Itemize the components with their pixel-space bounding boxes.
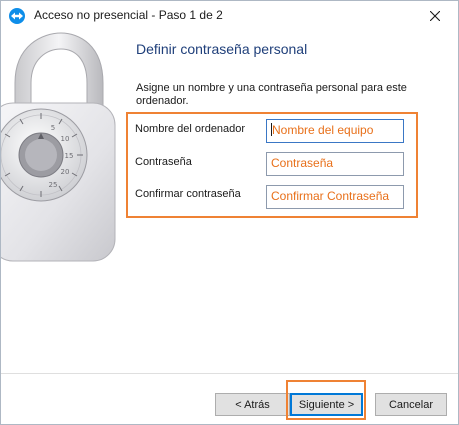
password-label: Contraseña	[135, 156, 192, 168]
instructions-text: Asigne un nombre y una contraseña person…	[136, 82, 407, 107]
dialog-window: Acceso no presencial - Paso 1 de 2 5 10 …	[0, 0, 459, 425]
close-button[interactable]	[412, 1, 458, 31]
cancel-button[interactable]: Cancelar	[375, 393, 447, 416]
password-placeholder: Contraseña	[271, 156, 334, 170]
svg-text:15: 15	[65, 152, 74, 160]
footer-divider	[1, 373, 458, 374]
page-heading: Definir contraseña personal	[136, 41, 308, 57]
confirm-password-placeholder: Confirmar Contraseña	[271, 189, 390, 203]
computer-name-input[interactable]: Nombre del equipo	[266, 119, 404, 143]
padlock-icon: 5 10 15 20 25	[1, 31, 119, 373]
next-button[interactable]: Siguiente >	[290, 393, 363, 416]
confirm-password-input[interactable]: Confirmar Contraseña	[266, 185, 404, 209]
back-button[interactable]: < Atrás	[215, 393, 290, 416]
close-icon	[430, 11, 440, 21]
svg-text:5: 5	[51, 124, 55, 132]
title-bar[interactable]: Acceso no presencial - Paso 1 de 2	[1, 1, 458, 31]
confirm-password-label: Confirmar contraseña	[135, 188, 241, 200]
svg-text:10: 10	[61, 135, 70, 143]
svg-text:25: 25	[49, 181, 58, 189]
window-title: Acceso no presencial - Paso 1 de 2	[34, 8, 223, 22]
computer-name-placeholder: Nombre del equipo	[272, 123, 374, 137]
teamviewer-icon	[9, 8, 25, 24]
computer-name-label: Nombre del ordenador	[135, 123, 246, 135]
password-input[interactable]: Contraseña	[266, 152, 404, 176]
svg-text:20: 20	[61, 168, 70, 176]
